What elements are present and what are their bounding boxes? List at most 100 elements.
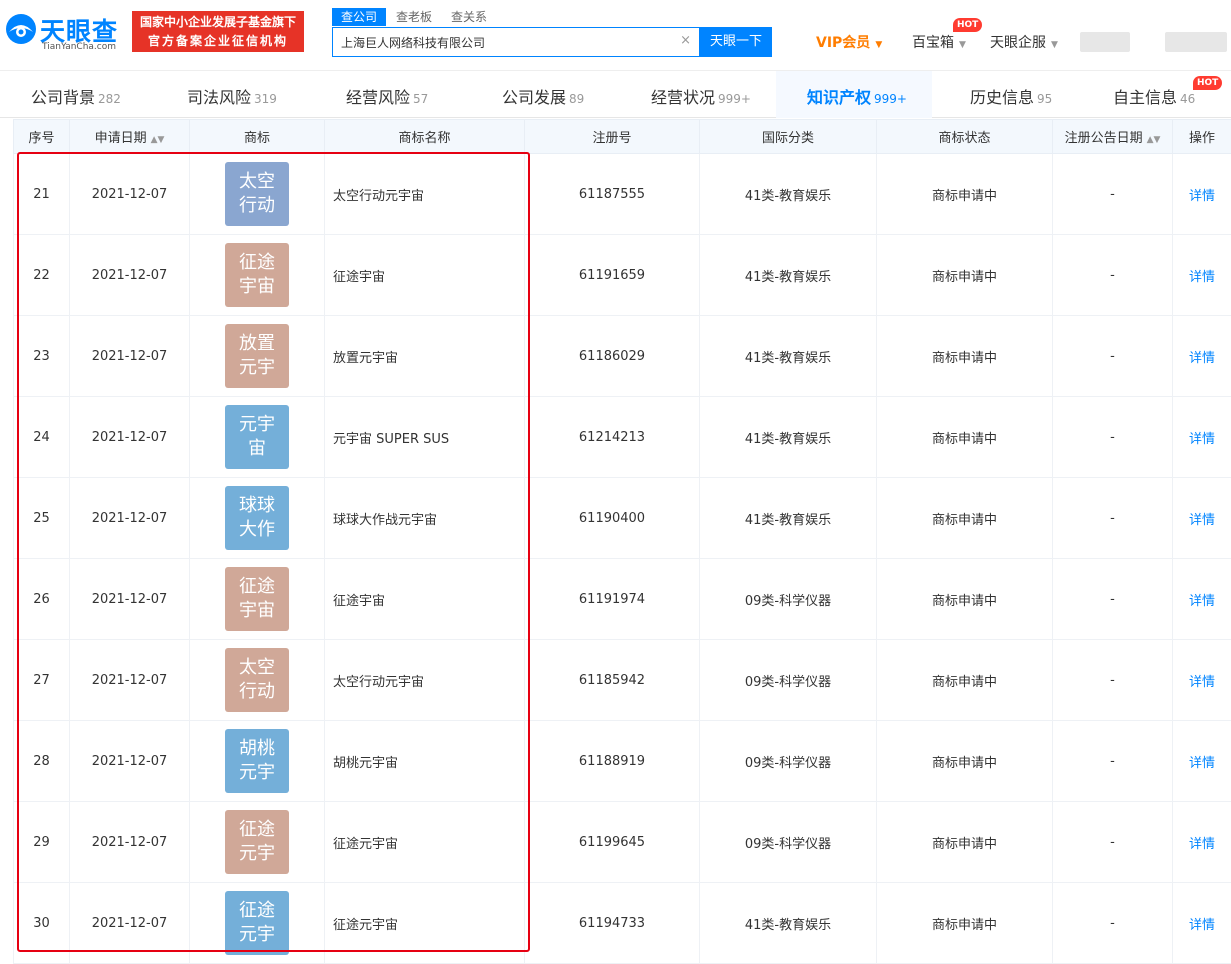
tab-self-info[interactable]: 自主信息46 <box>1113 84 1195 108</box>
cell-pub-date: - <box>1053 478 1173 559</box>
tab-judicial-risk[interactable]: 司法风险319 <box>187 84 277 108</box>
trademark-image[interactable]: 球球大作 <box>225 486 289 550</box>
cell-status: 商标申请中 <box>877 883 1053 964</box>
cell-intl-class: 41类-教育娱乐 <box>700 154 877 235</box>
cell-index: 29 <box>14 802 70 883</box>
tab-count: 95 <box>1037 92 1052 106</box>
trademark-text: 宙 <box>225 437 289 461</box>
treasure-box-menu[interactable]: 百宝箱▼ <box>912 32 966 52</box>
fund-line1: 国家中小企业发展子基金旗下 <box>132 13 304 32</box>
cell-reg-no: 61190400 <box>525 478 700 559</box>
cell-pub-date: - <box>1053 154 1173 235</box>
sort-icon[interactable]: ▲▼ <box>151 135 165 145</box>
cell-trademark-name: 放置元宇宙 <box>325 316 525 397</box>
trademark-text: 元宇 <box>225 923 289 947</box>
search-tab-company[interactable]: 查公司 <box>332 8 386 26</box>
trademark-text: 宇宙 <box>225 599 289 623</box>
tab-intellectual-property[interactable]: 知识产权999+ <box>807 84 907 108</box>
cell-trademark: 征途宇宙 <box>190 235 325 316</box>
vip-member-menu[interactable]: VIP会员▼ <box>816 32 882 52</box>
header-pub-date[interactable]: 注册公告日期 ▲▼ <box>1053 120 1173 154</box>
search-button[interactable]: 天眼一下 <box>700 27 772 57</box>
blurred-user-info <box>1080 32 1130 52</box>
header-label: 申请日期 <box>95 131 147 146</box>
tab-history-info[interactable]: 历史信息95 <box>970 84 1052 108</box>
trademark-image[interactable]: 征途元宇 <box>225 810 289 874</box>
sort-icon[interactable]: ▲▼ <box>1147 135 1161 145</box>
search-tab-relation[interactable]: 查关系 <box>451 8 487 26</box>
cell-intl-class: 09类-科学仪器 <box>700 640 877 721</box>
header-apply-date[interactable]: 申请日期 ▲▼ <box>70 120 190 154</box>
tab-label: 公司背景 <box>31 88 95 107</box>
tianyancha-logo[interactable]: 天眼查 TianYanCha.com <box>4 10 126 56</box>
detail-link[interactable]: 详情 <box>1189 918 1215 933</box>
trademark-text: 放置 <box>225 332 289 356</box>
detail-link[interactable]: 详情 <box>1189 513 1215 528</box>
cell-status: 商标申请中 <box>877 478 1053 559</box>
logo-domain: TianYanCha.com <box>42 42 116 52</box>
chevron-down-icon: ▼ <box>875 40 882 50</box>
header-status: 商标状态 <box>877 120 1053 154</box>
trademark-image[interactable]: 胡桃元宇 <box>225 729 289 793</box>
cell-trademark-name: 征途元宇宙 <box>325 802 525 883</box>
table-row: 282021-12-07胡桃元宇胡桃元宇宙6118891909类-科学仪器商标申… <box>14 721 1231 802</box>
cell-intl-class: 41类-教育娱乐 <box>700 478 877 559</box>
trademark-image[interactable]: 太空行动 <box>225 648 289 712</box>
tab-operating-status[interactable]: 经营状况999+ <box>651 84 751 108</box>
cell-trademark-name: 球球大作战元宇宙 <box>325 478 525 559</box>
detail-link[interactable]: 详情 <box>1189 432 1215 447</box>
blurred-user-avatar[interactable] <box>1165 32 1227 52</box>
tab-label: 经营风险 <box>346 88 410 107</box>
trademark-image[interactable]: 征途元宇 <box>225 891 289 955</box>
trademark-text: 太空 <box>225 170 289 194</box>
detail-link[interactable]: 详情 <box>1189 675 1215 690</box>
detail-link[interactable]: 详情 <box>1189 270 1215 285</box>
header-reg-no: 注册号 <box>525 120 700 154</box>
enterprise-service-menu[interactable]: 天眼企服▼ <box>990 32 1058 52</box>
tab-company-development[interactable]: 公司发展89 <box>502 84 584 108</box>
cell-status: 商标申请中 <box>877 316 1053 397</box>
trademark-image[interactable]: 放置元宇 <box>225 324 289 388</box>
cell-intl-class: 09类-科学仪器 <box>700 559 877 640</box>
detail-link[interactable]: 详情 <box>1189 594 1215 609</box>
trademark-text: 元宇 <box>225 356 289 380</box>
cell-intl-class: 41类-教育娱乐 <box>700 235 877 316</box>
cell-action: 详情 <box>1173 154 1231 235</box>
search-query[interactable]: 上海巨人网络科技有限公司 <box>341 34 485 51</box>
cell-status: 商标申请中 <box>877 397 1053 478</box>
table-row: 302021-12-07征途元宇征途元宇宙6119473341类-教育娱乐商标申… <box>14 883 1231 964</box>
cell-trademark-name: 太空行动元宇宙 <box>325 154 525 235</box>
trademark-image[interactable]: 征途宇宙 <box>225 243 289 307</box>
detail-link[interactable]: 详情 <box>1189 351 1215 366</box>
detail-link[interactable]: 详情 <box>1189 837 1215 852</box>
header-label: 注册公告日期 <box>1065 131 1143 146</box>
tab-label: 公司发展 <box>502 88 566 107</box>
detail-link[interactable]: 详情 <box>1189 189 1215 204</box>
table-row: 212021-12-07太空行动太空行动元宇宙6118755541类-教育娱乐商… <box>14 154 1231 235</box>
clear-icon[interactable]: × <box>680 33 691 48</box>
enterprise-label: 天眼企服 <box>990 35 1046 51</box>
tab-company-background[interactable]: 公司背景282 <box>31 84 121 108</box>
cell-index: 21 <box>14 154 70 235</box>
cell-apply-date: 2021-12-07 <box>70 397 190 478</box>
detail-link[interactable]: 详情 <box>1189 756 1215 771</box>
trademark-text: 元宇 <box>225 761 289 785</box>
search-tab-boss[interactable]: 查老板 <box>396 8 432 26</box>
cell-intl-class: 41类-教育娱乐 <box>700 883 877 964</box>
trademark-image[interactable]: 太空行动 <box>225 162 289 226</box>
cell-action: 详情 <box>1173 235 1231 316</box>
trademark-image[interactable]: 征途宇宙 <box>225 567 289 631</box>
cell-apply-date: 2021-12-07 <box>70 235 190 316</box>
tab-count: 319 <box>254 92 277 106</box>
trademark-text: 元宇 <box>225 842 289 866</box>
cell-trademark: 胡桃元宇 <box>190 721 325 802</box>
cell-intl-class: 41类-教育娱乐 <box>700 397 877 478</box>
tab-business-risk[interactable]: 经营风险57 <box>346 84 428 108</box>
cell-trademark: 太空行动 <box>190 640 325 721</box>
trademark-image[interactable]: 元宇宙 <box>225 405 289 469</box>
cell-trademark: 征途宇宙 <box>190 559 325 640</box>
cell-index: 22 <box>14 235 70 316</box>
search-input[interactable]: 上海巨人网络科技有限公司 × <box>332 27 700 57</box>
trademark-text: 行动 <box>225 194 289 218</box>
cell-reg-no: 61199645 <box>525 802 700 883</box>
